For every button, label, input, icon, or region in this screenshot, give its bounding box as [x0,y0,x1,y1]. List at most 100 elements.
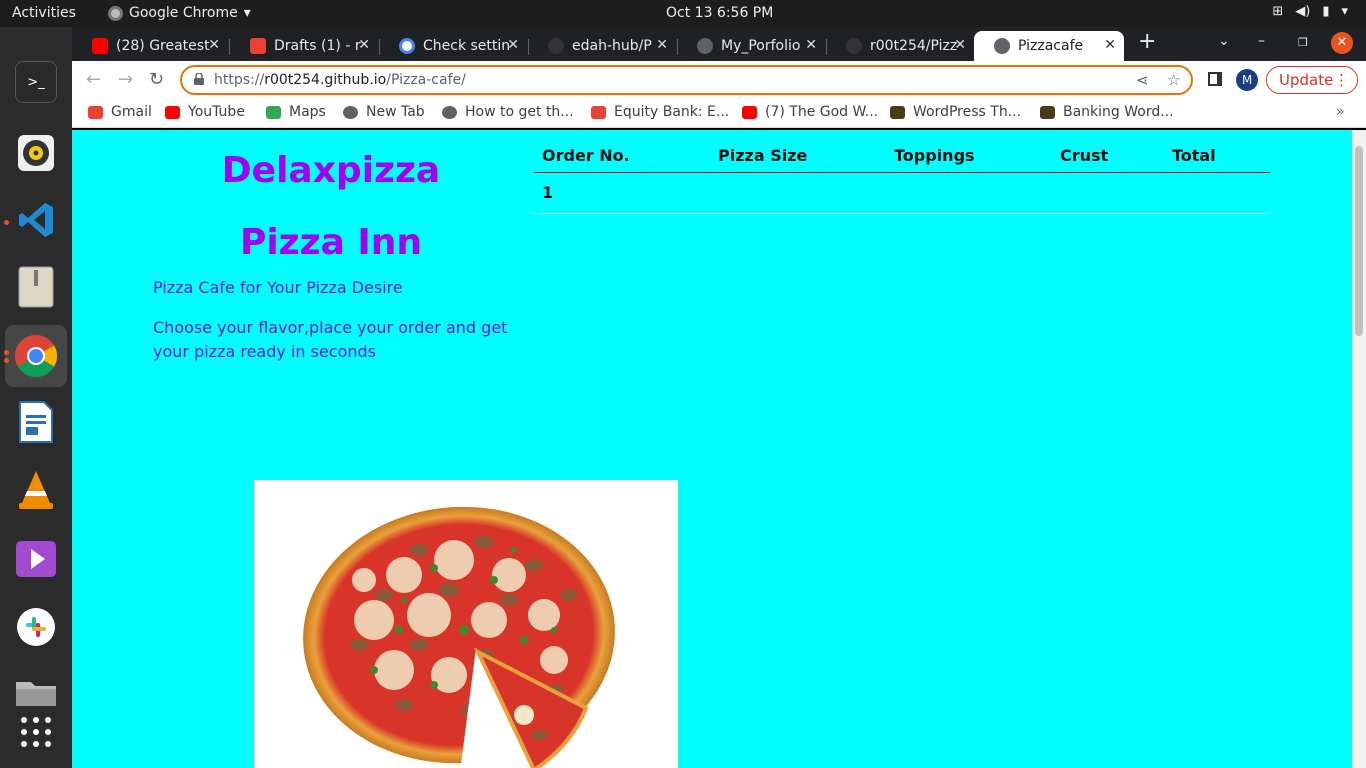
bookmark-gmail[interactable]: Gmail [88,104,152,120]
files-icon[interactable] [15,671,57,713]
bookmark-how-to[interactable]: How to get th... [442,104,574,120]
close-icon[interactable]: ✕ [656,37,668,53]
order-table: Order No. Pizza Size Toppings Crust Tota… [534,140,1270,214]
tagline: Pizza Cafe for Your Pizza Desire [153,278,403,297]
update-button[interactable]: Update ⋮ [1266,66,1358,94]
table-cell-crust [1052,172,1164,214]
close-icon[interactable]: ✕ [208,37,220,53]
writer-icon[interactable] [15,401,57,443]
bookmark-wordpress[interactable]: WordPress Th... [890,104,1021,120]
gmail-icon [591,105,606,119]
lock-icon [194,73,204,85]
tab-label: Drafts (1) - r [274,38,361,54]
gmail-icon [250,38,266,54]
globe-icon [994,38,1010,54]
youtube-icon [92,38,108,54]
avatar[interactable]: M [1236,69,1258,91]
show-apps-icon[interactable] [15,711,57,753]
pizza-image [254,480,678,768]
wordpress-icon [1040,105,1055,119]
reload-icon[interactable]: ↻ [149,69,164,90]
dock: >_ [0,27,72,768]
close-icon[interactable]: ✕ [954,37,966,53]
more-bookmarks-icon[interactable]: » [1336,104,1345,120]
close-icon[interactable]: ✕ [1104,37,1116,53]
bookmark-banking[interactable]: Banking Word... [1040,104,1174,120]
bookmark-god-w[interactable]: (7) The God W... [742,104,878,120]
bookmark-equity-bank[interactable]: Equity Bank: E... [591,104,729,120]
tab-label: Check settin [423,38,511,54]
chevron-down-icon: ▾ [1341,4,1348,19]
wordpress-icon [890,105,905,119]
tab-pizzacafe[interactable]: Pizzacafe ✕ [974,31,1124,61]
chrome-icon [108,5,123,21]
page-subtitle: Pizza Inn [239,222,423,263]
close-icon[interactable]: ✕ [805,37,817,53]
google-icon [399,38,415,54]
app-menu[interactable]: Google Chrome ▾ [108,5,251,21]
chrome-dock-icon[interactable] [5,325,67,387]
address-bar[interactable]: https://r00t254.github.io/Pizza-cafe/ ⋖ … [180,65,1193,95]
slack-icon[interactable] [15,606,57,648]
vscode-icon[interactable] [15,199,57,241]
page-scrollbar[interactable] [1352,130,1366,768]
column-header-pizza-size: Pizza Size [710,140,886,173]
youtube-icon [165,105,180,119]
back-icon[interactable]: ← [86,69,101,90]
vlc-icon[interactable] [15,469,57,511]
tab-label: Pizzacafe [1018,38,1084,54]
new-tab-button[interactable]: + [1138,29,1156,54]
star-icon[interactable]: ☆ [1167,71,1180,89]
column-header-toppings: Toppings [886,140,1052,173]
tab-check-settings[interactable]: Check settin ✕ [379,31,527,61]
tab-strip: (28) Greatest ✕ Drafts (1) - r ✕ Check s… [72,27,1366,61]
tab-search-icon[interactable]: ⌄ [1218,33,1230,49]
table-cell-toppings [886,172,1052,214]
bookmark-youtube[interactable]: YouTube [165,104,245,120]
rhythmbox-icon[interactable] [15,132,57,174]
close-window-icon[interactable]: ✕ [1331,32,1353,54]
tab-label: (28) Greatest [116,38,210,54]
scrollbar-thumb[interactable] [1355,146,1363,336]
tab-youtube[interactable]: (28) Greatest ✕ [72,31,228,61]
column-header-order-no: Order No. [534,140,710,173]
gmail-icon [88,105,103,119]
tab-label: edah-hub/P [572,38,652,54]
tab-r00t254-pizza[interactable]: r00t254/Pizz ✕ [826,31,974,61]
table-cell-total [1164,172,1270,214]
table-cell-pizza-size [710,172,886,214]
globe-icon [442,105,457,119]
volume-icon: ◀) [1295,4,1311,19]
video-player-icon[interactable] [15,538,57,580]
description: Choose your flavor,place your order and … [153,318,508,361]
battery-icon: ▮ [1322,4,1330,19]
terminal-icon[interactable]: >_ [15,61,57,103]
close-icon[interactable]: ✕ [507,37,519,53]
bookmark-maps[interactable]: Maps [266,104,326,120]
table-row: 1 [534,172,1270,214]
close-icon[interactable]: ✕ [358,37,370,53]
maximize-icon[interactable]: ❐ [1298,36,1308,49]
forward-icon[interactable]: → [118,69,133,90]
url-text: https://r00t254.github.io/Pizza-cafe/ [214,72,466,88]
network-icon: ⊞ [1272,4,1284,19]
minimize-icon[interactable]: – [1258,33,1265,49]
tab-drafts[interactable]: Drafts (1) - r ✕ [230,31,378,61]
system-top-bar: Activities Google Chrome ▾ Oct 13 6:56 P… [0,0,1366,27]
clock[interactable]: Oct 13 6:56 PM [666,5,773,21]
page-title: Delaxpizza [221,150,441,191]
activities-button[interactable]: Activities [12,5,76,21]
archive-manager-icon[interactable] [15,266,57,308]
app-name: Google Chrome [129,5,238,21]
bookmark-new-tab[interactable]: New Tab [343,104,425,120]
browser-toolbar: ← → ↻ https://r00t254.github.io/Pizza-ca… [72,61,1366,99]
tab-my-portfolio[interactable]: My_Porfolio ✕ [677,31,825,61]
github-icon [846,38,862,54]
system-tray[interactable]: ⊞ ◀) ▮ ▾ [1272,4,1348,19]
side-panel-icon[interactable] [1208,72,1222,86]
table-header-row: Order No. Pizza Size Toppings Crust Tota… [534,140,1270,173]
column-header-total: Total [1164,140,1270,173]
tab-edah-hub[interactable]: edah-hub/P ✕ [528,31,676,61]
column-header-crust: Crust [1052,140,1164,173]
share-icon[interactable]: ⋖ [1136,71,1149,89]
